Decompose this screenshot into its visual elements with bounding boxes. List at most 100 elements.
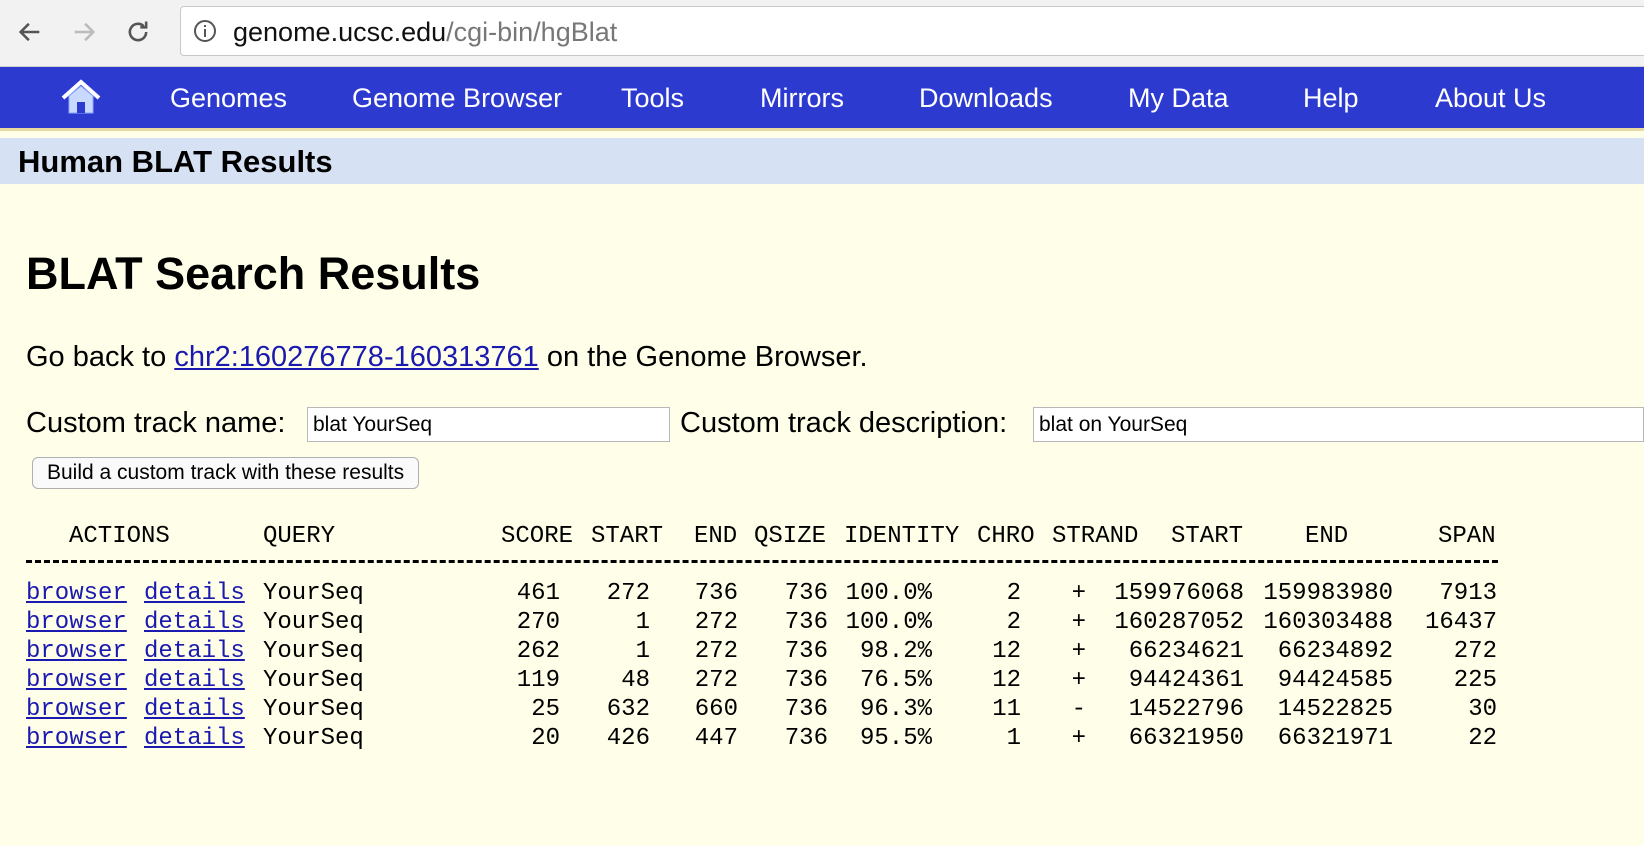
reload-button[interactable] <box>120 14 156 50</box>
cell-identity: 100.0% <box>845 609 932 636</box>
cell-tend: 66234892 <box>1277 638 1393 665</box>
cell-strand: + <box>1071 609 1086 636</box>
url-text: genome.ucsc.edu/cgi-bin/hgBlat <box>233 17 617 47</box>
cell-qsize: 736 <box>784 638 828 665</box>
cell-chro: 12 <box>992 667 1021 694</box>
cell-qsize: 736 <box>784 725 828 752</box>
cell-chro: 2 <box>1006 580 1021 607</box>
browser-link[interactable]: browser <box>26 724 127 753</box>
col-score: SCORE <box>501 523 574 550</box>
cell-qsize: 736 <box>784 580 828 607</box>
cell-qend: 272 <box>694 638 738 665</box>
cell-score: 461 <box>516 580 560 607</box>
cell-qend: 447 <box>694 725 738 752</box>
position-link[interactable]: chr2:160276778-160313761 <box>174 341 538 373</box>
cell-span: 30 <box>1468 696 1497 723</box>
arrow-left-icon <box>18 22 40 42</box>
address-bar[interactable]: genome.ucsc.edu/cgi-bin/hgBlat <box>180 6 1644 56</box>
col-qend: END <box>694 523 738 550</box>
cell-qend: 736 <box>694 580 738 607</box>
cell-query: YourSeq <box>263 580 364 607</box>
nav-about-us[interactable]: About Us <box>1435 82 1546 114</box>
details-link[interactable]: details <box>144 608 245 637</box>
details-link[interactable]: details <box>144 695 245 724</box>
go-back-suffix: on the Genome Browser. <box>546 341 868 373</box>
cell-tend: 159983980 <box>1263 580 1393 607</box>
cell-chro: 11 <box>992 696 1021 723</box>
nav-genome-browser[interactable]: Genome Browser <box>352 82 562 114</box>
browser-link[interactable]: browser <box>26 666 127 695</box>
col-strand: STRAND <box>1052 523 1139 550</box>
url-path: /cgi-bin/hgBlat <box>446 17 618 47</box>
arrow-right-icon <box>74 22 96 42</box>
cell-tstart: 14522796 <box>1128 696 1244 723</box>
go-back-line: Go back to chr2:160276778-160313761 on t… <box>26 340 868 374</box>
title-bar: Human BLAT Results <box>0 138 1644 184</box>
details-link[interactable]: details <box>144 724 245 753</box>
col-span: SPAN <box>1438 523 1496 550</box>
cell-tend: 14522825 <box>1277 696 1393 723</box>
track-description-label: Custom track description: <box>680 407 1008 439</box>
cell-tend: 160303488 <box>1263 609 1393 636</box>
cell-query: YourSeq <box>263 667 364 694</box>
cell-qsize: 736 <box>784 696 828 723</box>
cell-tstart: 66234621 <box>1128 638 1244 665</box>
browser-link[interactable]: browser <box>26 637 127 666</box>
cell-strand: + <box>1071 580 1086 607</box>
home-icon[interactable] <box>60 77 102 117</box>
track-name-label: Custom track name: <box>26 407 286 439</box>
nav-my-data[interactable]: My Data <box>1128 82 1229 114</box>
cell-qstart: 1 <box>635 638 650 665</box>
info-icon[interactable] <box>193 19 217 43</box>
build-custom-track-button[interactable]: Build a custom track with these results <box>32 457 420 489</box>
cell-span: 7913 <box>1439 580 1497 607</box>
details-link[interactable]: details <box>144 666 245 695</box>
cell-chro: 2 <box>1006 609 1021 636</box>
cell-qend: 272 <box>694 609 738 636</box>
cell-qsize: 736 <box>784 667 828 694</box>
col-qstart: START <box>591 523 664 550</box>
cell-chro: 12 <box>992 638 1021 665</box>
cell-tstart: 94424361 <box>1128 667 1244 694</box>
forward-button[interactable] <box>66 14 102 50</box>
nav-genomes[interactable]: Genomes <box>170 82 287 114</box>
details-link[interactable]: details <box>144 637 245 666</box>
cell-chro: 1 <box>1006 725 1021 752</box>
cell-qstart: 1 <box>635 609 650 636</box>
cell-score: 119 <box>516 667 560 694</box>
cell-span: 225 <box>1453 667 1497 694</box>
cell-span: 22 <box>1468 725 1497 752</box>
cell-tend: 94424585 <box>1277 667 1393 694</box>
cell-identity: 98.2% <box>859 638 932 665</box>
browser-link[interactable]: browser <box>26 695 127 724</box>
cell-query: YourSeq <box>263 696 364 723</box>
col-query: QUERY <box>263 523 336 550</box>
cell-score: 262 <box>516 638 560 665</box>
col-chro: CHRO <box>977 523 1035 550</box>
browser-link[interactable]: browser <box>26 579 127 608</box>
cell-tstart: 159976068 <box>1114 580 1244 607</box>
browser-link[interactable]: browser <box>26 608 127 637</box>
cell-qstart: 632 <box>606 696 650 723</box>
cell-tstart: 66321950 <box>1128 725 1244 752</box>
track-name-input[interactable] <box>307 407 670 442</box>
go-back-prefix: Go back to <box>26 341 167 373</box>
site-nav: Genomes Genome Browser Tools Mirrors Dow… <box>0 67 1644 131</box>
nav-downloads[interactable]: Downloads <box>919 82 1053 114</box>
cell-qend: 272 <box>694 667 738 694</box>
cell-strand: + <box>1071 667 1086 694</box>
nav-help[interactable]: Help <box>1303 82 1359 114</box>
cell-query: YourSeq <box>263 638 364 665</box>
back-button[interactable] <box>12 14 48 50</box>
results-heading: BLAT Search Results <box>26 248 481 299</box>
page-title: Human BLAT Results <box>18 144 333 179</box>
cell-query: YourSeq <box>263 609 364 636</box>
cell-strand: + <box>1071 638 1086 665</box>
details-link[interactable]: details <box>144 579 245 608</box>
track-description-input[interactable] <box>1033 407 1644 442</box>
nav-tools[interactable]: Tools <box>621 82 684 114</box>
nav-mirrors[interactable]: Mirrors <box>760 82 844 114</box>
cell-tend: 66321971 <box>1277 725 1393 752</box>
cell-span: 16437 <box>1424 609 1497 636</box>
cell-qsize: 736 <box>784 609 828 636</box>
